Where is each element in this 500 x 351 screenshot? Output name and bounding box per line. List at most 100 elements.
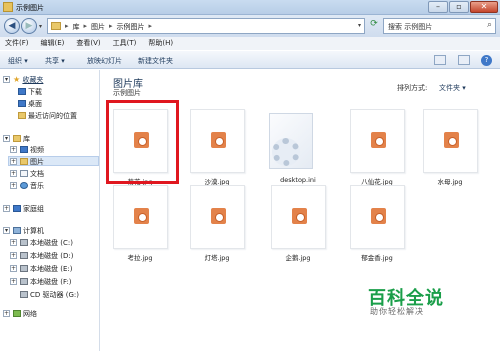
breadcrumb-chevron-icon[interactable]: ▸ [84, 22, 88, 32]
nav-drive-d[interactable]: 本地磁盘 (D:) [20, 251, 73, 261]
nav-favorites[interactable]: ★ 收藏夹 [13, 75, 43, 85]
nav-drive-c[interactable]: 本地磁盘 (C:) [20, 238, 73, 248]
nav-downloads[interactable]: 下载 [18, 87, 42, 97]
nav-label: 最近访问的位置 [28, 112, 77, 120]
share-button[interactable]: 共享 ▾ [45, 56, 65, 66]
highlight-box [106, 100, 179, 184]
breadcrumb-chevron-icon[interactable]: ▸ [109, 22, 113, 32]
library-subtitle: 示例图片 [113, 89, 141, 97]
nav-music[interactable]: 音乐 [20, 181, 44, 191]
menu-help[interactable]: 帮助(H) [148, 37, 173, 50]
image-file-icon [371, 208, 386, 224]
nav-recent[interactable]: 最近访问的位置 [18, 111, 77, 121]
address-dropdown-icon[interactable]: ▾ [358, 22, 361, 29]
nav-desktop[interactable]: 桌面 [18, 99, 42, 109]
expand-icon[interactable]: + [10, 146, 17, 153]
minimize-button[interactable]: – [428, 1, 448, 13]
nav-documents[interactable]: 文档 [20, 169, 44, 179]
expand-icon[interactable]: + [10, 278, 17, 285]
help-icon[interactable]: ? [481, 55, 492, 66]
search-input[interactable]: 搜索 示例图片 ⌕ [383, 18, 496, 34]
nav-libraries[interactable]: 库 [13, 134, 30, 144]
pictures-icon [20, 158, 28, 165]
organize-button[interactable]: 组织 ▾ [8, 56, 28, 66]
nav-drive-g[interactable]: CD 驱动器 (G:) [20, 290, 79, 300]
menu-edit[interactable]: 编辑(E) [41, 37, 65, 50]
refresh-icon[interactable]: ⟳ [368, 19, 380, 33]
nav-videos[interactable]: 视频 [20, 145, 44, 155]
cd-drive-icon [20, 291, 28, 298]
sort-dropdown[interactable]: 文件夹 ▾ [439, 83, 466, 93]
breadcrumb-chevron-icon[interactable]: ▸ [149, 22, 153, 32]
file-name: desktop.ini [280, 176, 316, 184]
expand-icon[interactable]: + [10, 265, 17, 272]
nav-drive-f[interactable]: 本地磁盘 (F:) [20, 277, 72, 287]
nav-drive-e[interactable]: 本地磁盘 (E:) [20, 264, 72, 274]
downloads-icon [18, 88, 26, 95]
network-icon [13, 310, 21, 317]
thumbnail [190, 109, 245, 173]
expand-icon[interactable]: + [10, 239, 17, 246]
breadcrumb-item[interactable]: 图片 [91, 22, 105, 32]
expand-icon[interactable]: + [10, 170, 17, 177]
file-tile[interactable]: 沙漠.jpg [182, 109, 252, 186]
forward-button[interactable]: ▶ [21, 18, 37, 34]
homegroup-icon [13, 205, 21, 212]
nav-homegroup[interactable]: 家庭组 [13, 204, 44, 214]
new-folder-button[interactable]: 新建文件夹 [138, 56, 173, 66]
nav-label: 家庭组 [23, 205, 44, 213]
file-tile[interactable]: 八仙花.jpg [342, 109, 412, 186]
slideshow-button[interactable]: 放映幻灯片 [87, 56, 122, 66]
menu-tools[interactable]: 工具(T) [113, 37, 137, 50]
file-tile[interactable]: 灯塔.jpg [182, 185, 252, 262]
history-dropdown-icon[interactable]: ▾ [39, 23, 42, 30]
file-tile[interactable]: 郁金香.jpg [342, 185, 412, 262]
file-tile[interactable]: 水母.jpg [415, 109, 485, 186]
expand-icon[interactable]: + [3, 310, 10, 317]
image-file-icon [292, 208, 307, 224]
expand-icon[interactable]: + [10, 182, 17, 189]
navigation-pane: ▾ ★ 收藏夹 下载 桌面 最近访问的位置 ▾ 库 + 视频 + 图片 + 文档… [0, 70, 100, 351]
expand-icon[interactable]: + [10, 158, 17, 165]
maximize-button[interactable]: ▫ [449, 1, 469, 13]
library-icon [13, 135, 21, 142]
collapse-icon[interactable]: ▾ [3, 227, 10, 234]
thumbnail [113, 185, 168, 249]
preview-pane-icon[interactable] [458, 55, 470, 65]
back-button[interactable]: ◀ [4, 18, 20, 34]
watermark-subtitle: 助你轻松解决 [370, 307, 424, 316]
breadcrumb-item[interactable]: 库 [73, 22, 80, 32]
nav-label: 本地磁盘 (F:) [30, 278, 72, 286]
address-path[interactable]: ▸ 库 ▸ 图片 ▸ 示例图片 ▸ ▾ [47, 18, 365, 34]
expand-icon[interactable]: + [10, 252, 17, 259]
recent-places-icon [18, 112, 26, 119]
breadcrumb-chevron-icon[interactable]: ▸ [65, 22, 69, 32]
desktop-icon [18, 100, 26, 107]
nav-label: 图片 [30, 158, 44, 166]
view-options-icon[interactable] [434, 55, 446, 65]
file-tile[interactable]: desktop.ini [263, 109, 333, 184]
search-icon[interactable]: ⌕ [487, 20, 492, 30]
image-file-icon [211, 132, 226, 148]
collapse-icon[interactable]: ▾ [3, 135, 10, 142]
breadcrumb-item[interactable]: 示例图片 [117, 22, 145, 32]
file-name: 郁金香.jpg [361, 254, 393, 262]
file-tile[interactable]: 考拉.jpg [105, 185, 175, 262]
image-file-icon [211, 208, 226, 224]
menu-view[interactable]: 查看(V) [76, 37, 100, 50]
file-tile[interactable]: 企鹅.jpg [263, 185, 333, 262]
command-bar: 组织 ▾ 共享 ▾ 放映幻灯片 新建文件夹 ? [0, 50, 500, 69]
thumbnail [190, 185, 245, 249]
close-button[interactable]: ✕ [470, 1, 498, 13]
nav-label: 音乐 [30, 182, 44, 190]
expand-icon[interactable]: + [3, 205, 10, 212]
collapse-icon[interactable]: ▾ [3, 76, 10, 83]
disk-icon [20, 239, 28, 246]
nav-pictures[interactable]: 图片 [20, 157, 44, 167]
menu-file[interactable]: 文件(F) [5, 37, 29, 50]
nav-computer[interactable]: 计算机 [13, 226, 44, 236]
music-icon [20, 182, 28, 189]
nav-label: 本地磁盘 (C:) [30, 239, 73, 247]
nav-network[interactable]: 网络 [13, 309, 37, 319]
thumbnail [350, 185, 405, 249]
